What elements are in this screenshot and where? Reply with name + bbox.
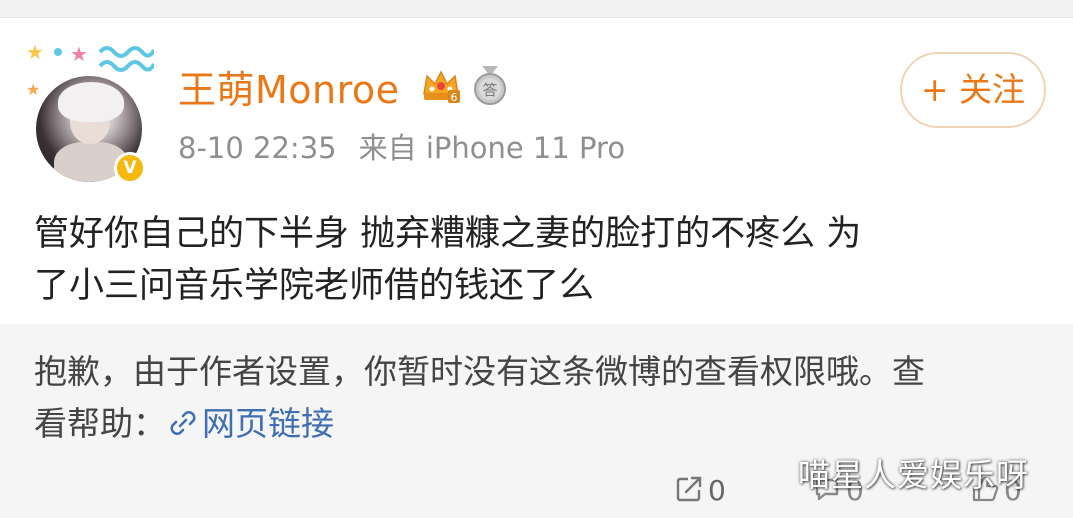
medal-icon[interactable]: 答 [470, 64, 510, 106]
weibo-post: ★ ★ ★ V 王萌Monroe 6 答 8-10 22:35 来自 iPhone… [0, 18, 1073, 324]
follow-button[interactable]: + 关注 [900, 52, 1046, 128]
post-text-line: 了小三问音乐学院老师借的钱还了么 [34, 266, 595, 306]
crown-level: 6 [451, 91, 458, 104]
web-link[interactable]: 网页链接 [166, 404, 334, 443]
star-decoration-icon: ★ [70, 42, 88, 66]
crown-icon[interactable]: 6 [420, 64, 462, 106]
star-decoration-icon: ★ [26, 40, 44, 64]
web-link-label: 网页链接 [202, 404, 334, 443]
medal-char: 答 [482, 81, 497, 99]
star-decoration-icon: ★ [26, 80, 41, 99]
permission-notice: 抱歉，由于作者设置，你暂时没有这条微博的查看权限哦。查 看帮助： 网页链接 [34, 346, 1044, 450]
notice-prefix: 看帮助： [34, 404, 166, 443]
avatar-hair [58, 82, 124, 122]
top-divider [0, 0, 1073, 18]
share-count: 0 [708, 474, 726, 507]
notice-line: 看帮助： 网页链接 [34, 398, 1044, 450]
link-icon [170, 411, 196, 435]
share-icon [676, 476, 702, 502]
watermark: 喵星人爱娱乐呀 [798, 456, 1030, 494]
verified-badge-icon: V [114, 152, 146, 184]
avatar-frame[interactable]: ★ ★ ★ V [26, 42, 156, 190]
username[interactable]: 王萌Monroe [178, 68, 400, 112]
post-text-line: 管好你自己的下半身 抛弃糟糠之妻的脸打的不疼么 为 [34, 214, 862, 254]
post-meta: 8-10 22:35 来自 iPhone 11 Pro [178, 130, 625, 166]
post-date: 8-10 22:35 [178, 131, 337, 165]
post-source: 来自 iPhone 11 Pro [358, 131, 626, 165]
wave-decoration-icon [98, 46, 154, 72]
notice-line: 抱歉，由于作者设置，你暂时没有这条微博的查看权限哦。查 [34, 352, 925, 391]
dot-decoration-icon [54, 48, 62, 56]
share-button[interactable]: 0 [674, 474, 726, 508]
post-text: 管好你自己的下半身 抛弃糟糠之妻的脸打的不疼么 为 了小三问音乐学院老师借的钱还… [34, 208, 1044, 312]
